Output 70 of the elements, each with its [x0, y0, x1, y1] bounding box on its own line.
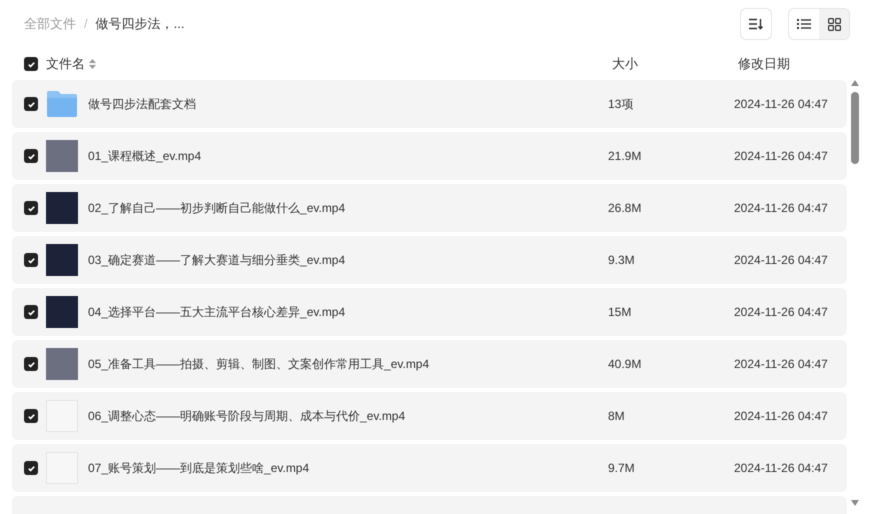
video-thumbnail	[46, 348, 78, 380]
checkmark-icon	[26, 412, 36, 420]
file-name[interactable]: 03_确定赛道——了解大赛道与细分垂类_ev.mp4	[88, 251, 608, 269]
checkmark-icon	[26, 60, 36, 68]
file-size: 13项	[608, 96, 634, 113]
file-row[interactable]: 03_确定赛道——了解大赛道与细分垂类_ev.mp4 9.3M 2024-11-26 04:47	[12, 236, 847, 284]
checkmark-icon	[26, 204, 36, 212]
file-row[interactable]: 04_选择平台——五大主流平台核心差异_ev.mp4 15M 2024-11-26 04:47	[12, 288, 847, 336]
scroll-down-icon	[851, 500, 859, 506]
checkmark-icon	[26, 100, 36, 108]
checkbox[interactable]	[24, 201, 38, 215]
view-mode-button[interactable]	[819, 9, 849, 39]
file-size: 40.9M	[608, 356, 642, 373]
file-name[interactable]: 做号四步法配套文档	[88, 95, 608, 113]
list-view-icon	[797, 18, 811, 30]
file-row[interactable]: 07_账号策划——到底是策划些啥_ev.mp4 9.7M 2024-11-26 04:47	[12, 444, 847, 492]
checkmark-icon	[26, 308, 36, 316]
file-row[interactable]: 做号四步法配套文档 13项 2024-11-26 04:47	[12, 80, 847, 128]
file-size: 26.8M	[608, 200, 642, 217]
checkbox[interactable]	[24, 149, 38, 163]
checkmark-icon	[26, 256, 36, 264]
video-thumbnail	[46, 244, 78, 276]
file-name[interactable]: 07_账号策划——到底是策划些啥_ev.mp4	[88, 459, 608, 477]
file-size: 8M	[608, 408, 626, 425]
modified-date: 2024-11-26 04:47	[734, 96, 828, 113]
breadcrumb-link[interactable]: 做号四步法，...	[96, 14, 184, 34]
sort-button[interactable]	[740, 8, 772, 40]
modified-date: 2024-11-26 04:47	[734, 408, 828, 425]
scroll-up-icon	[851, 80, 859, 86]
file-size: 9.3M	[608, 252, 636, 269]
checkbox[interactable]	[24, 253, 38, 267]
file-name[interactable]: 04_选择平台——五大主流平台核心差异_ev.mp4	[88, 303, 608, 321]
video-thumbnail	[46, 296, 78, 328]
checkmark-icon	[26, 152, 36, 160]
modified-date: 2024-11-26 04:47	[734, 460, 828, 477]
file-size: 9.7M	[608, 460, 636, 477]
sort-icon	[749, 18, 763, 30]
checkmark-icon	[26, 464, 36, 472]
modified-date: 2024-11-26 04:47	[734, 356, 828, 373]
checkbox[interactable]	[24, 461, 38, 475]
file-name[interactable]: 06_调整心态——明确账号阶段与周期、成本与代价_ev.mp4	[88, 407, 608, 425]
file-row[interactable]: 06_调整心态——明确账号阶段与周期、成本与代价_ev.mp4 8M 2024-11-26 04:47	[12, 392, 847, 440]
video-thumbnail	[46, 192, 78, 224]
checkbox[interactable]	[24, 357, 38, 371]
checkmark-icon	[26, 360, 36, 368]
checkbox[interactable]	[24, 97, 38, 111]
file-row[interactable]: 01_课程概述_ev.mp4 21.9M 2024-11-26 04:47	[12, 132, 847, 180]
modified-date: 2024-11-26 04:47	[734, 252, 828, 269]
file-row[interactable]: 05_准备工具——拍摄、剪辑、制图、文案创作常用工具_ev.mp4 40.9M 2024-11-26 04:47	[12, 340, 847, 388]
file-size: 15M	[608, 304, 632, 321]
checkbox[interactable]	[24, 305, 38, 319]
modified-date: 2024-11-26 04:47	[734, 304, 828, 321]
grid-view-icon	[828, 18, 840, 30]
column-header[interactable]: 修改日期	[738, 54, 790, 74]
column-header[interactable]: 大小	[566, 54, 738, 74]
video-thumbnail	[46, 140, 78, 172]
file-row[interactable]: 02_了解自己——初步判断自己能做什么_ev.mp4 26.8M 2024-11-26 04:47	[12, 184, 847, 232]
checkbox[interactable]	[24, 57, 38, 71]
breadcrumb-separator: /	[84, 15, 88, 34]
file-size: 21.9M	[608, 148, 642, 165]
file-name[interactable]: 02_了解自己——初步判断自己能做什么_ev.mp4	[88, 199, 608, 217]
file-name[interactable]: 05_准备工具——拍摄、剪辑、制图、文案创作常用工具_ev.mp4	[88, 355, 608, 373]
checkbox[interactable]	[24, 409, 38, 423]
modified-date: 2024-11-26 04:47	[734, 148, 828, 165]
column-header[interactable]: 文件名	[46, 54, 85, 74]
file-name[interactable]: 01_课程概述_ev.mp4	[88, 147, 608, 165]
sort-arrows-icon	[89, 59, 96, 69]
scroll-thumb[interactable]	[851, 92, 859, 164]
folder-icon	[46, 90, 78, 118]
modified-date: 2024-11-26 04:47	[734, 200, 828, 217]
